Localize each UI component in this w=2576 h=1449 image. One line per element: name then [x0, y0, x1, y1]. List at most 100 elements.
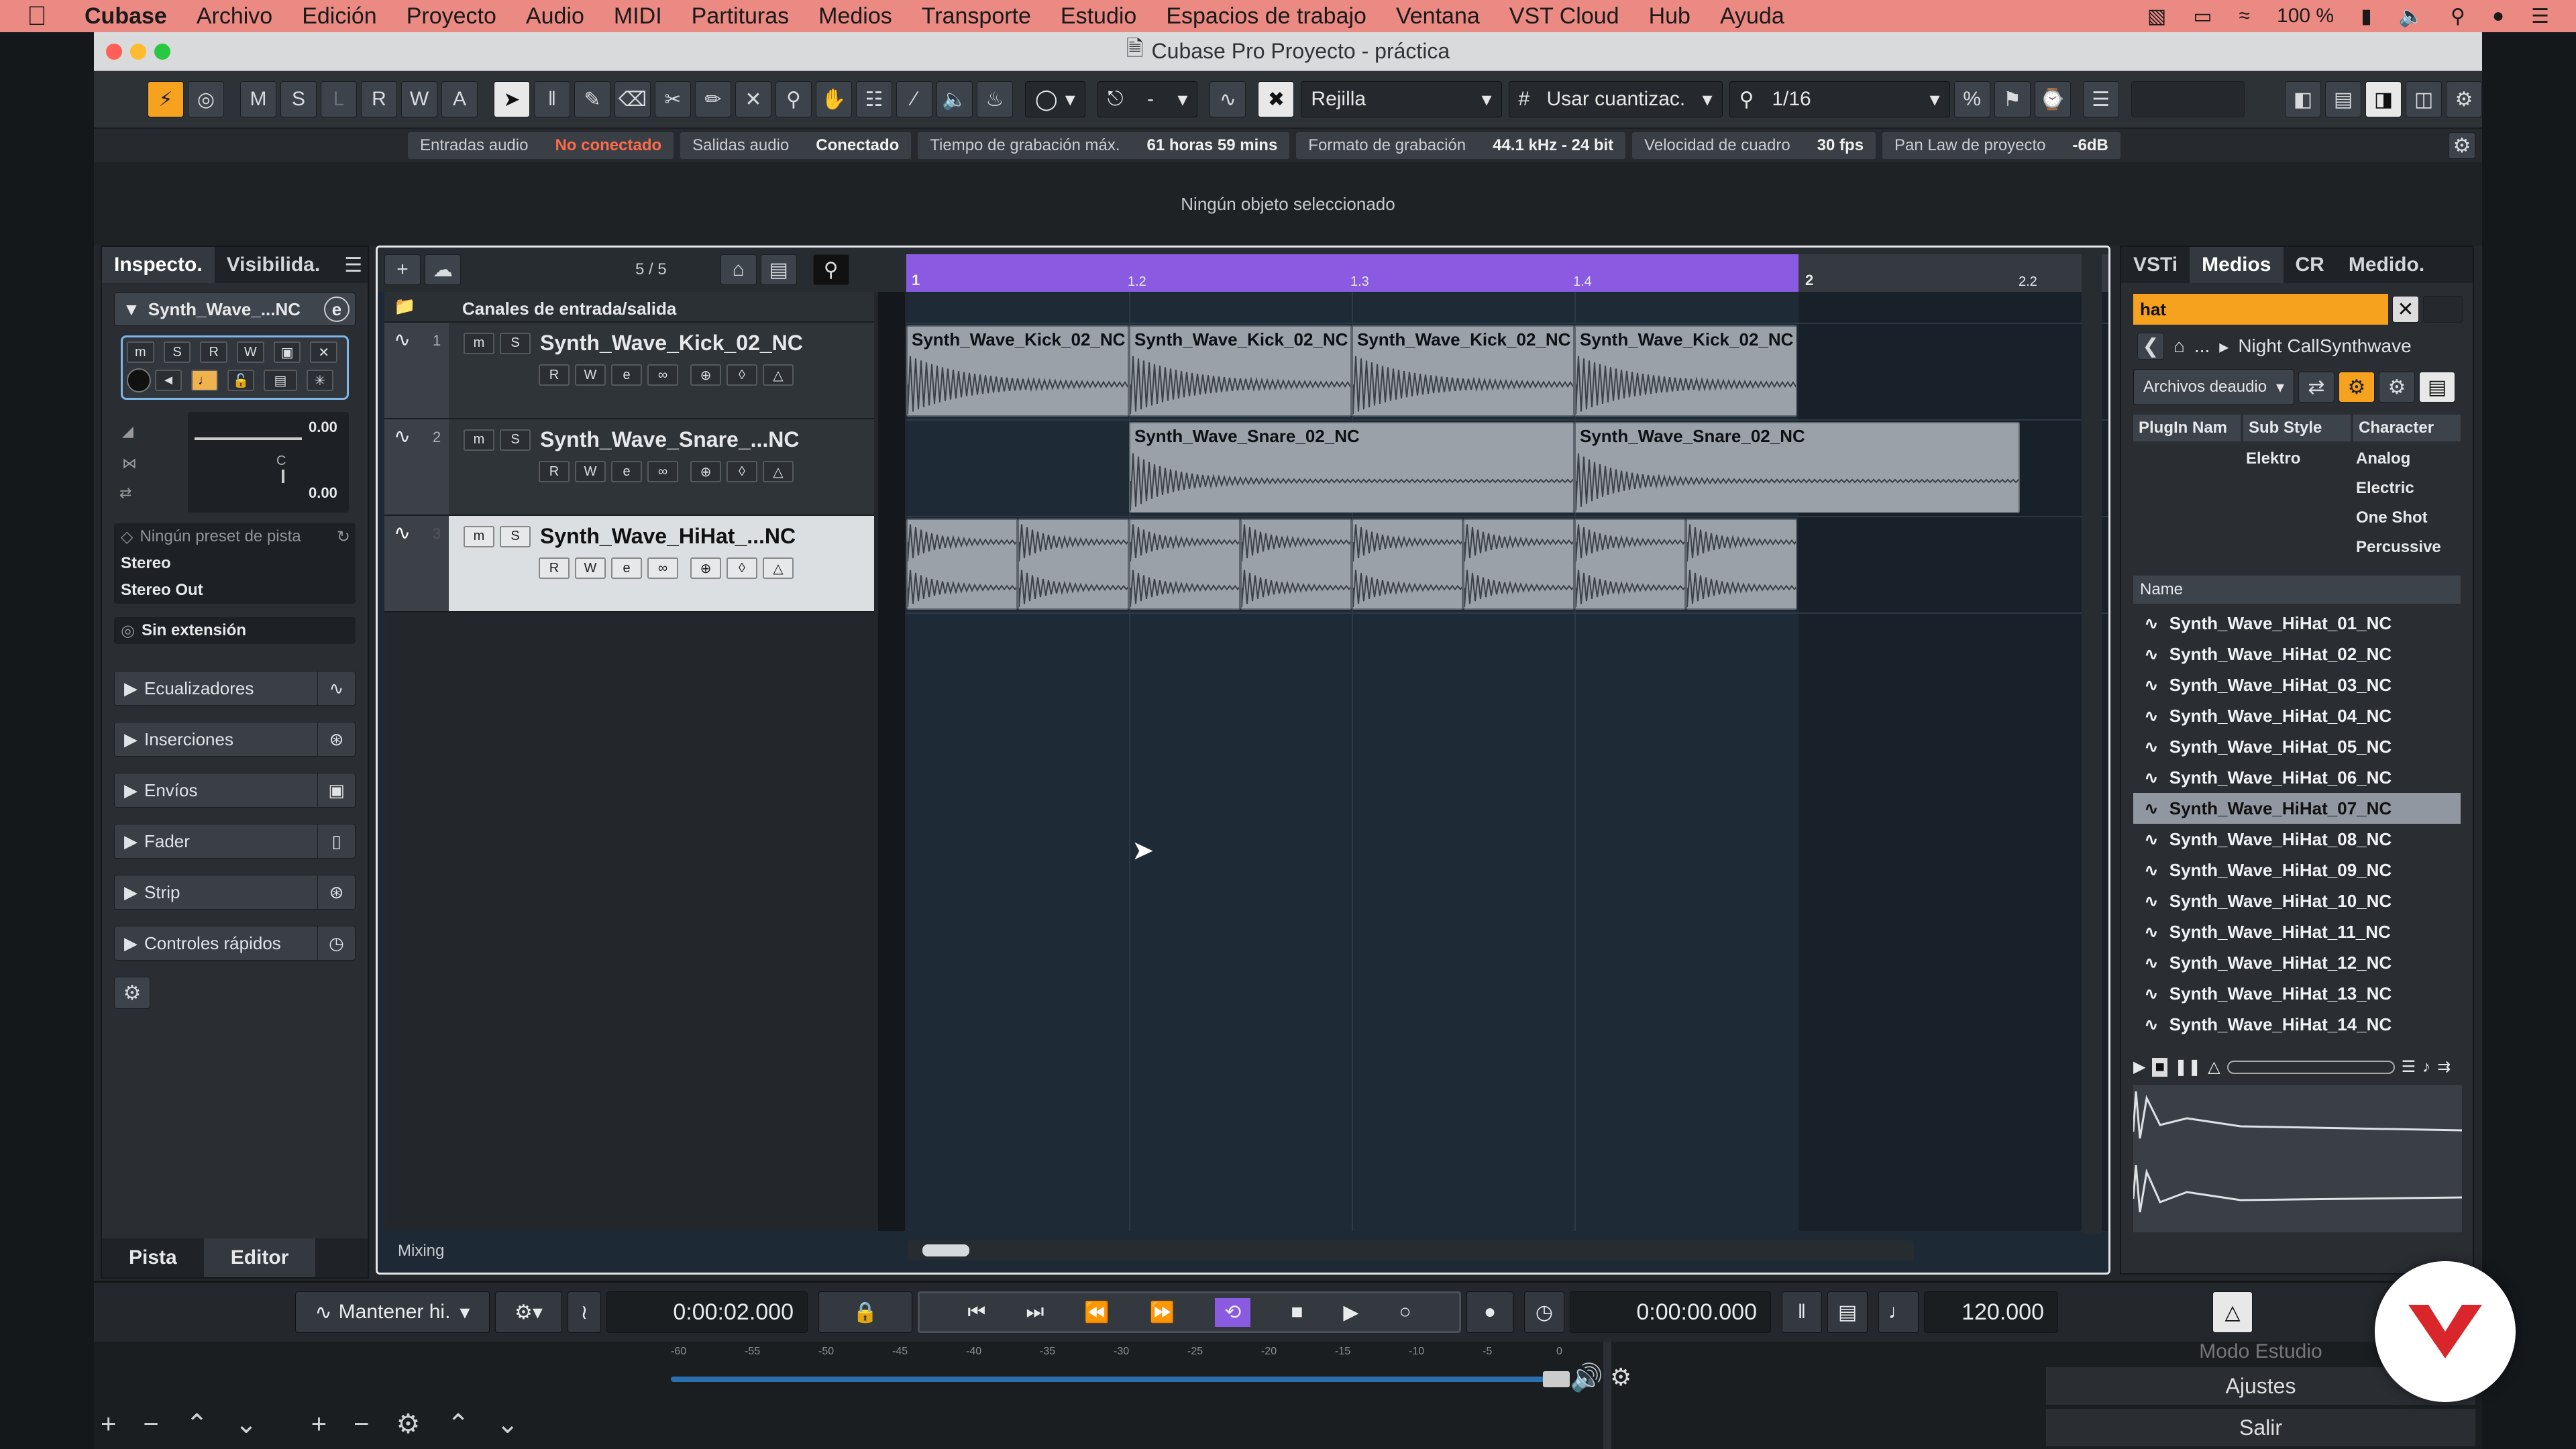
track-name[interactable]: Synth_Wave_Kick_02_NC — [540, 331, 803, 356]
write-all-button[interactable]: W — [401, 81, 437, 117]
output-routing[interactable]: Stereo Out — [114, 577, 356, 604]
play-tool[interactable]: 🔈 — [936, 81, 973, 117]
audio-event[interactable]: Synth_Wave_Snare_02_NC — [1129, 422, 1574, 513]
tempo-display[interactable]: 120.000 — [1924, 1291, 2058, 1333]
track-link-button[interactable]: ∞ — [647, 364, 678, 386]
audio-event[interactable] — [1240, 519, 1352, 610]
tab-inspector[interactable]: Inspecto. — [102, 247, 215, 283]
menu-medios[interactable]: Medios — [818, 3, 892, 30]
file-list-item[interactable]: ∿ Synth_Wave_HiHat_06_NC — [2133, 762, 2461, 793]
menu-vstcloud[interactable]: VST Cloud — [1509, 3, 1619, 30]
scroll-thumb[interactable] — [922, 1244, 969, 1256]
track-solo-button[interactable]: S — [500, 429, 531, 451]
volume-slider[interactable] — [195, 437, 302, 440]
track-divider[interactable] — [878, 292, 905, 1231]
track-kick[interactable]: ∿ 1 m S Synth_Wave_Kick_02_NC R W e ∞ ⊕ … — [384, 323, 874, 419]
tab-track[interactable]: Pista — [102, 1246, 204, 1269]
display-icon[interactable]: ▭ — [2193, 5, 2212, 28]
nudge-dropdown[interactable]: ⎋ - ▾ — [1097, 81, 1198, 117]
mute-tool[interactable]: ✕ — [735, 81, 771, 117]
bypass-icon[interactable]: ⊛ — [317, 722, 355, 756]
pan-value[interactable]: C — [276, 453, 286, 469]
clear-search-button[interactable]: ✕ — [2392, 296, 2419, 323]
audio-event[interactable] — [1018, 519, 1129, 610]
precount-button[interactable]: ▤ — [1827, 1291, 1868, 1333]
track-write-button[interactable]: W — [575, 461, 606, 482]
inspector-track-header[interactable]: ▼ Synth_Wave_...NC e — [114, 292, 356, 326]
section-inserts[interactable]: ▶ Inserciones ⊛ — [114, 722, 356, 757]
strip-icon[interactable]: ⊛ — [317, 875, 355, 909]
file-list-item[interactable]: ∿ Synth_Wave_HiHat_05_NC — [2133, 731, 2461, 762]
section-fader[interactable]: ▶ Fader ▯ — [114, 824, 356, 859]
metronome-dropdown[interactable]: ⚙ ▾ — [495, 1291, 562, 1333]
tempo-track-button[interactable]: ♩ — [1878, 1291, 1919, 1333]
file-list-item[interactable]: ∿ Synth_Wave_HiHat_13_NC — [2133, 978, 2461, 1009]
record-enable-button[interactable] — [127, 368, 151, 392]
click-button[interactable]: ‖ — [1782, 1291, 1822, 1333]
left-zone-toggle[interactable]: ◧ — [2285, 81, 2321, 117]
file-list-item[interactable]: ∿ Synth_Wave_HiHat_01_NC — [2133, 608, 2461, 639]
audio-event[interactable] — [1463, 519, 1574, 610]
audio-input-status[interactable]: Entradas audio No conectado — [408, 132, 674, 159]
tab-visibility[interactable]: Visibilida. — [215, 247, 333, 283]
track-edit-button[interactable]: e — [611, 461, 642, 482]
apple-icon[interactable]:  — [27, 1, 47, 32]
path-ellipsis[interactable]: ... — [2194, 335, 2210, 357]
inspector-settings-button[interactable]: ⚙ — [114, 977, 150, 1009]
track-solo-button[interactable]: S — [500, 525, 531, 547]
record-format-status[interactable]: Formato de grabación 44.1 kHz - 24 bit — [1296, 132, 1626, 159]
audio-event[interactable]: Synth_Wave_Kick_02_NC — [1574, 325, 1797, 417]
zoom-tool[interactable]: ⚲ — [775, 81, 812, 117]
panlaw-status[interactable]: Pan Law de proyecto -6dB — [1882, 132, 2121, 159]
comp-tool[interactable]: ☷ — [856, 81, 892, 117]
constrain-delay-button[interactable]: ◎ — [188, 81, 224, 117]
preview-volume-slider[interactable] — [2226, 1060, 2395, 1074]
tab-meter[interactable]: Medido. — [2337, 247, 2436, 283]
section-sends[interactable]: ▶ Envíos ▣ — [114, 773, 356, 808]
tab-editor[interactable]: Editor — [203, 1238, 316, 1277]
menu-ventana[interactable]: Ventana — [1396, 3, 1480, 30]
track-list-button[interactable]: ▤ — [760, 254, 797, 285]
metronome-toggle[interactable]: △ — [2212, 1291, 2253, 1333]
snap-type-dropdown[interactable]: Rejilla ▾ — [1301, 81, 1502, 117]
slider-handle[interactable] — [1543, 1371, 1570, 1387]
close-window-button[interactable] — [106, 44, 122, 60]
folder-track[interactable]: 📁 Canales de entrada/salida — [384, 292, 874, 323]
find-track-button[interactable]: ⚲ — [812, 254, 849, 285]
media-path-label[interactable]: Night CallSynthwave — [2238, 335, 2411, 357]
up-icon[interactable]: ⌃ — [186, 1409, 209, 1440]
lock-tempo-button[interactable]: 🔒 — [818, 1291, 912, 1333]
reload-icon[interactable]: ↻ — [337, 527, 350, 547]
list-view-icon[interactable]: ☰ — [2402, 1057, 2416, 1077]
collapse-triangle-icon[interactable]: ▼ — [123, 299, 140, 320]
track-automation-button[interactable]: ⊕ — [690, 461, 721, 482]
track-read-button[interactable]: R — [539, 364, 570, 386]
menu-hub[interactable]: Hub — [1649, 3, 1690, 30]
track-read-button[interactable]: R — [539, 461, 570, 482]
track-name[interactable]: Synth_Wave_HiHat_...NC — [540, 524, 796, 549]
master-volume-slider[interactable] — [671, 1371, 1570, 1387]
erase-tool[interactable]: ⌫ — [614, 81, 651, 117]
punch-in-button[interactable]: ≀ — [568, 1291, 601, 1333]
track-lanes-button[interactable]: △ — [763, 364, 794, 386]
activate-project-button[interactable]: ⚡ — [148, 81, 184, 117]
menu-ayuda[interactable]: Ayuda — [1720, 3, 1784, 30]
horizontal-scrollbar[interactable] — [908, 1240, 1914, 1260]
menu-audio[interactable]: Audio — [526, 3, 584, 30]
edit-button[interactable]: ⌚ — [2034, 81, 2071, 117]
track-write-button[interactable]: W — [575, 557, 606, 579]
line-tool[interactable]: ∕ — [896, 81, 932, 117]
audio-event[interactable]: Synth_Wave_Kick_02_NC — [906, 325, 1129, 417]
knob-icon[interactable]: ◷ — [317, 926, 355, 960]
automation-mode-button[interactable]: A — [441, 81, 478, 117]
primary-time-display[interactable]: 0:00:00.000 — [1570, 1291, 1771, 1333]
track-snare[interactable]: ∿ 2 m S Synth_Wave_Snare_...NC R W e ∞ ⊕… — [384, 419, 874, 516]
gear-icon[interactable]: ⚙ — [1610, 1363, 1631, 1391]
pan-slider[interactable] — [282, 470, 284, 483]
monitor-button[interactable]: ◄ — [155, 370, 182, 391]
stop-icon[interactable]: ■ — [1291, 1301, 1303, 1324]
cycle-icon[interactable]: ⟲ — [1215, 1297, 1251, 1327]
play-icon[interactable]: ▶ — [1343, 1301, 1358, 1324]
track-quantize-button[interactable]: ◊ — [727, 461, 757, 482]
mute-all-button[interactable]: M — [240, 81, 276, 117]
